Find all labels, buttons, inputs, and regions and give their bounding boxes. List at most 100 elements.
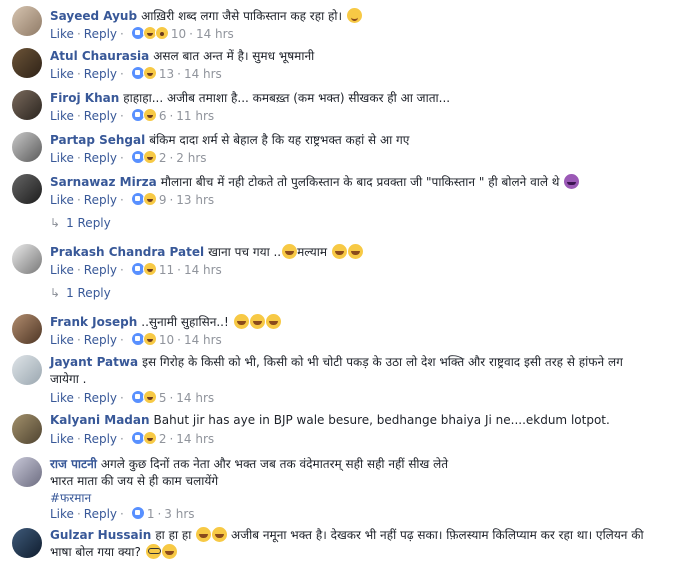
reactions[interactable]	[130, 332, 157, 349]
reply-button[interactable]: Reply	[84, 432, 117, 446]
timestamp[interactable]: 11 hrs	[176, 109, 214, 123]
author-name[interactable]: Kalyani Madan	[50, 413, 150, 427]
author-name[interactable]: Sayeed Ayub	[50, 9, 137, 23]
replies-label[interactable]: 1 Reply	[66, 216, 111, 230]
comment-text: बंकिम दादा शर्म से बेहाल है कि यह राष्ट्…	[149, 133, 410, 147]
comment-text-line2: भाषा बोल गया क्या?	[50, 545, 141, 559]
author-name[interactable]: Jayant Patwa	[50, 355, 138, 369]
laugh-emoji	[265, 314, 281, 329]
reactions[interactable]	[130, 262, 157, 279]
like-button[interactable]: Like	[50, 507, 74, 521]
laugh-emoji	[212, 527, 228, 542]
replies-label[interactable]: 1 Reply	[66, 286, 111, 300]
hashtag-link[interactable]: #फरमान	[50, 491, 91, 505]
author-name[interactable]: Gulzar Hussain	[50, 528, 151, 542]
reply-button[interactable]: Reply	[84, 507, 117, 521]
laugh-emoji	[196, 527, 212, 542]
timestamp[interactable]: 14 hrs	[184, 263, 222, 277]
like-button[interactable]: Like	[50, 109, 74, 123]
reactions[interactable]	[130, 390, 157, 407]
comment-body: Kalyani Madan Bahut jir has aye in BJP wa…	[50, 412, 666, 429]
laugh-emoji	[249, 314, 265, 329]
comment-actions: Like · Reply · 9 · 13 hrs	[50, 192, 215, 209]
reply-button[interactable]: Reply	[84, 109, 117, 123]
reply-button[interactable]: Reply	[84, 193, 117, 207]
avatar[interactable]	[12, 355, 42, 385]
timestamp[interactable]: 14 hrs	[176, 391, 214, 405]
author-name[interactable]: Atul Chaurasia	[50, 49, 149, 63]
like-button[interactable]: Like	[50, 67, 74, 81]
reaction-count[interactable]: 5	[159, 391, 167, 405]
like-button[interactable]: Like	[50, 432, 74, 446]
comment-body: Sayeed Ayub आख़िरी शब्द लगा जैसे पाकिस्ता…	[50, 8, 666, 25]
reactions[interactable]	[130, 108, 157, 125]
comments-feed: Sayeed Ayub आख़िरी शब्द लगा जैसे पाकिस्ता…	[0, 0, 674, 566]
like-button[interactable]: Like	[50, 151, 74, 165]
haha-icon	[142, 390, 157, 404]
reply-button[interactable]: Reply	[84, 67, 117, 81]
reaction-count[interactable]: 10	[159, 333, 174, 347]
like-button[interactable]: Like	[50, 391, 74, 405]
comment-body: Gulzar Hussain हा हा हा अजीब नमूना भक्त ह…	[50, 527, 666, 561]
timestamp[interactable]: 14 hrs	[176, 432, 214, 446]
comment-body: Firoj Khan हाहाहा... अजीब तमाशा है... कमब…	[50, 90, 666, 107]
reply-button[interactable]: Reply	[84, 151, 117, 165]
avatar[interactable]	[12, 528, 42, 558]
reply-button[interactable]: Reply	[84, 27, 117, 41]
like-button[interactable]: Like	[50, 263, 74, 277]
reply-button[interactable]: Reply	[84, 263, 117, 277]
avatar[interactable]	[12, 90, 42, 120]
timestamp[interactable]: 13 hrs	[176, 193, 214, 207]
author-name[interactable]: Sarnawaz Mirza	[50, 175, 157, 189]
nerd-emoji	[145, 544, 161, 559]
laugh-emoji	[282, 244, 298, 259]
avatar[interactable]	[12, 314, 42, 344]
comment-actions: Like · Reply · 13 · 14 hrs	[50, 66, 222, 83]
timestamp[interactable]: 3 hrs	[164, 507, 194, 521]
timestamp[interactable]: 14 hrs	[184, 333, 222, 347]
comment-body: Sarnawaz Mirza मौलाना बीच में नही टोकते त…	[50, 174, 666, 191]
reply-button[interactable]: Reply	[84, 391, 117, 405]
author-name[interactable]: Firoj Khan	[50, 91, 119, 105]
author-name[interactable]: Prakash Chandra Patel	[50, 245, 204, 259]
avatar[interactable]	[12, 6, 42, 36]
reaction-count[interactable]: 6	[159, 109, 167, 123]
reactions[interactable]	[130, 192, 157, 209]
avatar[interactable]	[12, 174, 42, 204]
view-replies-link[interactable]: ↳ 1 Reply	[50, 216, 111, 230]
comment-actions: Like · Reply · 1 · 3 hrs	[50, 506, 195, 523]
timestamp[interactable]: 14 hrs	[184, 67, 222, 81]
avatar[interactable]	[12, 414, 42, 444]
reactions[interactable]	[130, 66, 157, 83]
author-name[interactable]: Frank Joseph	[50, 315, 137, 329]
view-replies-link[interactable]: ↳ 1 Reply	[50, 286, 111, 300]
timestamp[interactable]: 2 hrs	[176, 151, 206, 165]
reaction-count[interactable]: 10	[171, 27, 186, 41]
reactions[interactable]	[130, 506, 145, 523]
avatar[interactable]	[12, 244, 42, 274]
avatar[interactable]	[12, 48, 42, 78]
timestamp[interactable]: 14 hrs	[196, 27, 234, 41]
reaction-count[interactable]: 13	[159, 67, 174, 81]
reactions[interactable]	[130, 431, 157, 448]
reactions[interactable]	[130, 26, 169, 43]
reaction-count[interactable]: 1	[147, 507, 155, 521]
reply-button[interactable]: Reply	[84, 333, 117, 347]
like-button[interactable]: Like	[50, 193, 74, 207]
reaction-count[interactable]: 2	[159, 151, 167, 165]
reaction-count[interactable]: 11	[159, 263, 174, 277]
comment-actions: Like · Reply · 10 · 14 hrs	[50, 332, 222, 349]
haha-icon	[142, 150, 157, 164]
like-button[interactable]: Like	[50, 333, 74, 347]
reaction-count[interactable]: 2	[159, 432, 167, 446]
reactions[interactable]	[130, 150, 157, 167]
author-name[interactable]: राज पाटनी	[50, 457, 97, 471]
comment-text: हा हा हा	[155, 528, 192, 542]
author-name[interactable]: Partap Sehgal	[50, 133, 145, 147]
comment-text: अगले कुछ दिनों तक नेता और भक्त जब तक वंद…	[100, 457, 449, 471]
reaction-count[interactable]: 9	[159, 193, 167, 207]
avatar[interactable]	[12, 132, 42, 162]
like-button[interactable]: Like	[50, 27, 74, 41]
avatar[interactable]	[12, 457, 42, 487]
devil-emoji	[564, 174, 580, 189]
